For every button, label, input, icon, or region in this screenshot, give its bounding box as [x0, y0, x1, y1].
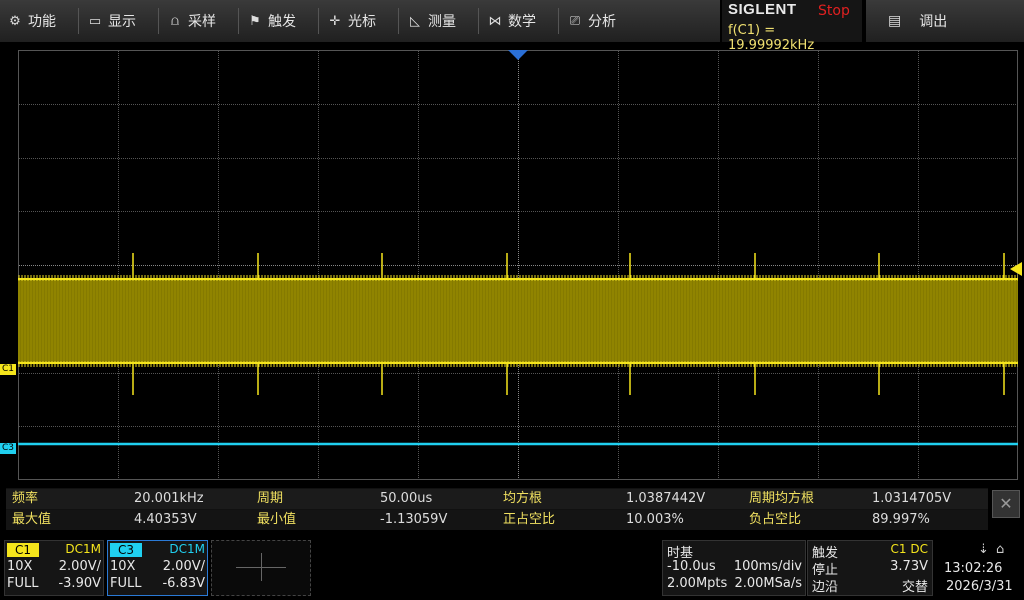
status-panel: SIGLENT Stop f(C1) = 19.99992kHz	[722, 0, 862, 53]
ch3-offset-marker[interactable]: C3	[0, 443, 16, 454]
menu-divider	[318, 8, 319, 34]
menu-trigger-label: 触发	[268, 14, 296, 30]
menu-cursor[interactable]: ✛ 光标	[328, 0, 376, 42]
callout-label: 调出	[919, 14, 948, 30]
add-channel-slot[interactable]	[211, 540, 311, 596]
network-icon: ⌂	[996, 542, 1005, 557]
measure-value-period: 50.00us	[380, 491, 433, 506]
measure-value-neg-duty: 89.997%	[872, 512, 930, 527]
menu-math[interactable]: ⋈ 数学	[488, 0, 537, 42]
measure-label-max: 最大值	[12, 512, 52, 527]
ch3-probe: 10X	[110, 559, 136, 574]
timebase-scale: 100ms/div	[733, 559, 802, 574]
waveform-svg	[18, 50, 1018, 446]
measure-label-frequency: 频率	[12, 491, 39, 506]
measure-label-rms: 均方根	[503, 491, 543, 506]
system-time: 13:02:26	[944, 561, 1003, 576]
usb-icon: ⇣	[978, 542, 989, 557]
callout-button[interactable]: ▤ 调出	[866, 0, 1024, 42]
ch3-info-box[interactable]: C3 DC1M 10X 2.00V/ FULL -6.83V	[107, 540, 208, 596]
menu-divider	[558, 8, 559, 34]
menu-display-label: 显示	[108, 14, 136, 30]
ch1-bandwidth: FULL	[7, 576, 39, 591]
plus-icon-vertical	[261, 553, 262, 581]
menu-divider	[398, 8, 399, 34]
menu-display[interactable]: ▭ 显示	[88, 0, 136, 42]
ch3-tag: C3	[110, 543, 142, 557]
math-icon: ⋈	[488, 13, 502, 29]
menu-analysis[interactable]: ⎚ 分析	[568, 0, 616, 42]
menu-measure[interactable]: ◺ 测量	[408, 0, 456, 42]
ch3-offset: -6.83V	[162, 576, 205, 591]
cursor-icon: ✛	[329, 13, 341, 29]
menu-acquire-label: 采样	[188, 14, 216, 30]
menu-measure-label: 测量	[428, 14, 456, 30]
ch1-waveform-band	[18, 279, 1018, 363]
timebase-memory: 2.00Mpts	[667, 576, 728, 591]
ch3-bandwidth: FULL	[110, 576, 142, 591]
measure-value-max: 4.40353V	[134, 512, 197, 527]
trigger-type: 边沿	[812, 580, 839, 595]
measure-label-pos-duty: 正占空比	[503, 512, 556, 527]
waveform-display[interactable]	[18, 50, 1018, 480]
document-icon: ▤	[888, 13, 902, 29]
menu-acquire[interactable]: ⩍ 采样	[168, 0, 216, 42]
timebase-box[interactable]: 时基 -10.0us 100ms/div 2.00Mpts 2.00MSa/s	[662, 540, 806, 596]
trigger-box[interactable]: 触发 C1 DC 停止 3.73V 边沿 交替	[807, 540, 933, 596]
ch1-coupling: DC1M	[65, 542, 101, 556]
measure-value-pos-duty: 10.003%	[626, 512, 684, 527]
frequency-counter: f(C1) = 19.99992kHz	[728, 23, 815, 53]
measure-value-cycle-rms: 1.0314705V	[872, 491, 952, 506]
run-status[interactable]: Stop	[818, 3, 850, 19]
ch1-offset-marker[interactable]: C1	[0, 364, 16, 375]
gear-icon: ⚙	[9, 13, 21, 29]
menu-math-label: 数学	[508, 14, 536, 30]
menu-function-label: 功能	[28, 14, 56, 30]
system-tray: ⇣ ⌂ 13:02:26 2026/3/31	[934, 540, 1024, 596]
measure-label-neg-duty: 负占空比	[749, 512, 802, 527]
measure-label-min: 最小值	[257, 512, 297, 527]
measure-label-period: 周期	[257, 491, 284, 506]
menu-cursor-label: 光标	[348, 14, 376, 30]
ch3-scale: 2.00V/	[162, 559, 205, 574]
ch1-scale: 2.00V/	[58, 559, 101, 574]
ch1-info-box[interactable]: C1 DC1M 10X 2.00V/ FULL -3.90V	[4, 540, 104, 596]
close-icon: ✕	[999, 494, 1013, 513]
close-measurements-button[interactable]: ✕	[992, 490, 1020, 518]
trigger-flag-icon: ⚑	[249, 13, 261, 29]
ch1-tag: C1	[7, 543, 39, 557]
trigger-position-marker[interactable]	[508, 50, 528, 60]
ch1-probe: 10X	[7, 559, 33, 574]
trigger-level-marker[interactable]	[1010, 262, 1022, 276]
measurement-panel: 频率 20.001kHz 周期 50.00us 均方根 1.0387442V 周…	[6, 488, 988, 530]
ch3-coupling: DC1M	[169, 542, 205, 556]
measure-icon: ◺	[410, 13, 420, 29]
analysis-icon: ⎚	[569, 13, 581, 29]
menu-divider	[238, 8, 239, 34]
measure-value-frequency: 20.001kHz	[134, 491, 204, 506]
menu-divider	[478, 8, 479, 34]
sample-icon: ⩍	[170, 13, 180, 29]
menu-analysis-label: 分析	[588, 14, 616, 30]
measure-label-cycle-rms: 周期均方根	[749, 491, 815, 506]
menu-trigger[interactable]: ⚑ 触发	[248, 0, 296, 42]
menu-function[interactable]: ⚙ 功能	[8, 0, 56, 42]
monitor-icon: ▭	[88, 13, 102, 29]
ch1-offset: -3.90V	[58, 576, 101, 591]
brand-logo: SIGLENT	[728, 1, 797, 18]
measure-value-min: -1.13059V	[380, 512, 448, 527]
menu-divider	[158, 8, 159, 34]
system-date: 2026/3/31	[946, 579, 1013, 594]
timebase-delay: -10.0us	[667, 559, 716, 574]
trigger-slope: 交替	[901, 580, 928, 595]
menu-bar: ⚙ 功能 ▭ 显示 ⩍ 采样 ⚑ 触发 ✛ 光标 ◺ 测量 ⋈ 数学 ⎚ 分析	[0, 0, 720, 42]
measure-value-rms: 1.0387442V	[626, 491, 706, 506]
trigger-level: 3.73V	[890, 559, 928, 574]
menu-divider	[78, 8, 79, 34]
timebase-sample-rate: 2.00MSa/s	[734, 576, 802, 591]
trigger-source: C1 DC	[890, 542, 928, 556]
